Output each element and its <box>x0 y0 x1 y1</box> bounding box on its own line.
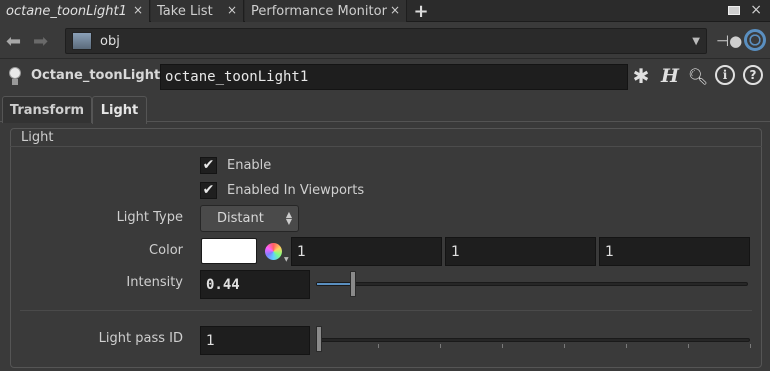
light-pass-id-label: Light pass ID <box>98 331 183 346</box>
slider-tick <box>502 344 503 348</box>
slider-tick <box>626 344 627 348</box>
chevron-down-icon: ▼ <box>284 256 289 263</box>
path-field[interactable]: obj ▼ <box>65 28 707 54</box>
menu-arrows-icon: ▲ ▼ <box>285 210 292 226</box>
light-bulb-icon <box>7 67 23 87</box>
slider-tick <box>564 344 565 348</box>
intensity-slider-track[interactable] <box>316 282 748 286</box>
intensity-label: Intensity <box>126 275 183 290</box>
slider-tick <box>440 344 441 348</box>
light-type-label: Light Type <box>116 210 183 225</box>
help-icon[interactable]: ? <box>743 65 763 85</box>
intensity-slider-handle[interactable] <box>349 271 356 297</box>
enable-checkbox[interactable]: ✔ <box>200 156 217 174</box>
color-r-field[interactable]: 1 <box>291 237 442 266</box>
forward-arrow-icon[interactable]: ➡ <box>33 31 48 52</box>
tab-label: Performance Monitor <box>251 3 387 19</box>
light-type-menu[interactable]: Distant ▲ ▼ <box>200 205 299 232</box>
color-g-field[interactable]: 1 <box>445 237 596 266</box>
network-icon <box>72 32 92 50</box>
color-wheel-icon[interactable] <box>265 243 282 260</box>
light-type-value: Distant <box>217 211 264 226</box>
path-bar: ⬅ ➡ obj ▼ ⊣● <box>0 23 770 59</box>
parameter-tabs: Transform Light <box>0 94 770 124</box>
slider-tick <box>750 344 751 348</box>
color-label: Color <box>149 243 183 258</box>
tab-light[interactable]: Light <box>92 96 147 124</box>
close-icon[interactable]: × <box>227 3 237 17</box>
tab-take-list[interactable]: Take List × <box>151 0 244 22</box>
folder-title: Light <box>21 130 54 145</box>
slider-tick <box>688 344 689 348</box>
folder-divider <box>10 146 762 147</box>
light-pass-id-slider-handle[interactable] <box>316 326 322 352</box>
pane-controls: × <box>728 3 762 17</box>
tab-octane-toonlight1[interactable]: octane_toonLight1 × <box>0 0 150 22</box>
intensity-field[interactable]: 0.44 <box>200 270 310 299</box>
add-tab-icon[interactable]: + <box>410 0 432 22</box>
search-icon[interactable]: 🔍︎ <box>687 65 709 87</box>
tab-performance-monitor[interactable]: Performance Monitor × <box>245 0 407 22</box>
tab-transform[interactable]: Transform <box>2 96 92 123</box>
light-pass-id-field[interactable]: 1 <box>200 326 310 355</box>
node-name-field[interactable]: octane_toonLight1 <box>160 64 628 90</box>
enable-row: ✔ Enable <box>200 156 271 174</box>
enable-label: Enable <box>227 157 272 173</box>
link-icon[interactable] <box>744 29 766 51</box>
info-icon[interactable]: i <box>715 65 735 85</box>
light-pass-id-slider-track[interactable] <box>316 338 750 342</box>
back-arrow-icon[interactable]: ⬅ <box>6 31 21 52</box>
enabled-viewports-label: Enabled In Viewports <box>227 182 365 198</box>
path-value: obj <box>100 33 120 49</box>
node-header: Octane_toonLight octane_toonLight1 ✱ H 🔍… <box>0 60 770 92</box>
maximize-icon[interactable] <box>728 5 741 15</box>
chevron-down-icon[interactable]: ▼ <box>692 36 700 47</box>
slider-tick <box>378 344 379 348</box>
enabled-viewports-checkbox[interactable]: ✔ <box>200 181 217 199</box>
close-icon[interactable]: × <box>133 3 143 17</box>
intensity-slider-fill <box>317 283 351 285</box>
gear-icon[interactable]: ✱ <box>630 64 652 88</box>
node-type-label: Octane_toonLight <box>31 68 161 83</box>
enabled-viewports-row: ✔ Enabled In Viewports <box>200 181 364 199</box>
color-swatch[interactable] <box>201 238 257 264</box>
parameter-separator <box>20 310 752 311</box>
pane-tab-bar: octane_toonLight1 × Take List × Performa… <box>0 0 770 22</box>
pin-icon[interactable]: ⊣● <box>716 32 742 50</box>
hscript-icon[interactable]: H <box>659 65 681 87</box>
close-pane-icon[interactable]: × <box>750 3 762 17</box>
tab-label: octane_toonLight1 <box>6 3 127 19</box>
close-icon[interactable]: × <box>390 3 400 17</box>
color-b-field[interactable]: 1 <box>599 237 750 266</box>
tab-label: Take List <box>157 3 213 19</box>
